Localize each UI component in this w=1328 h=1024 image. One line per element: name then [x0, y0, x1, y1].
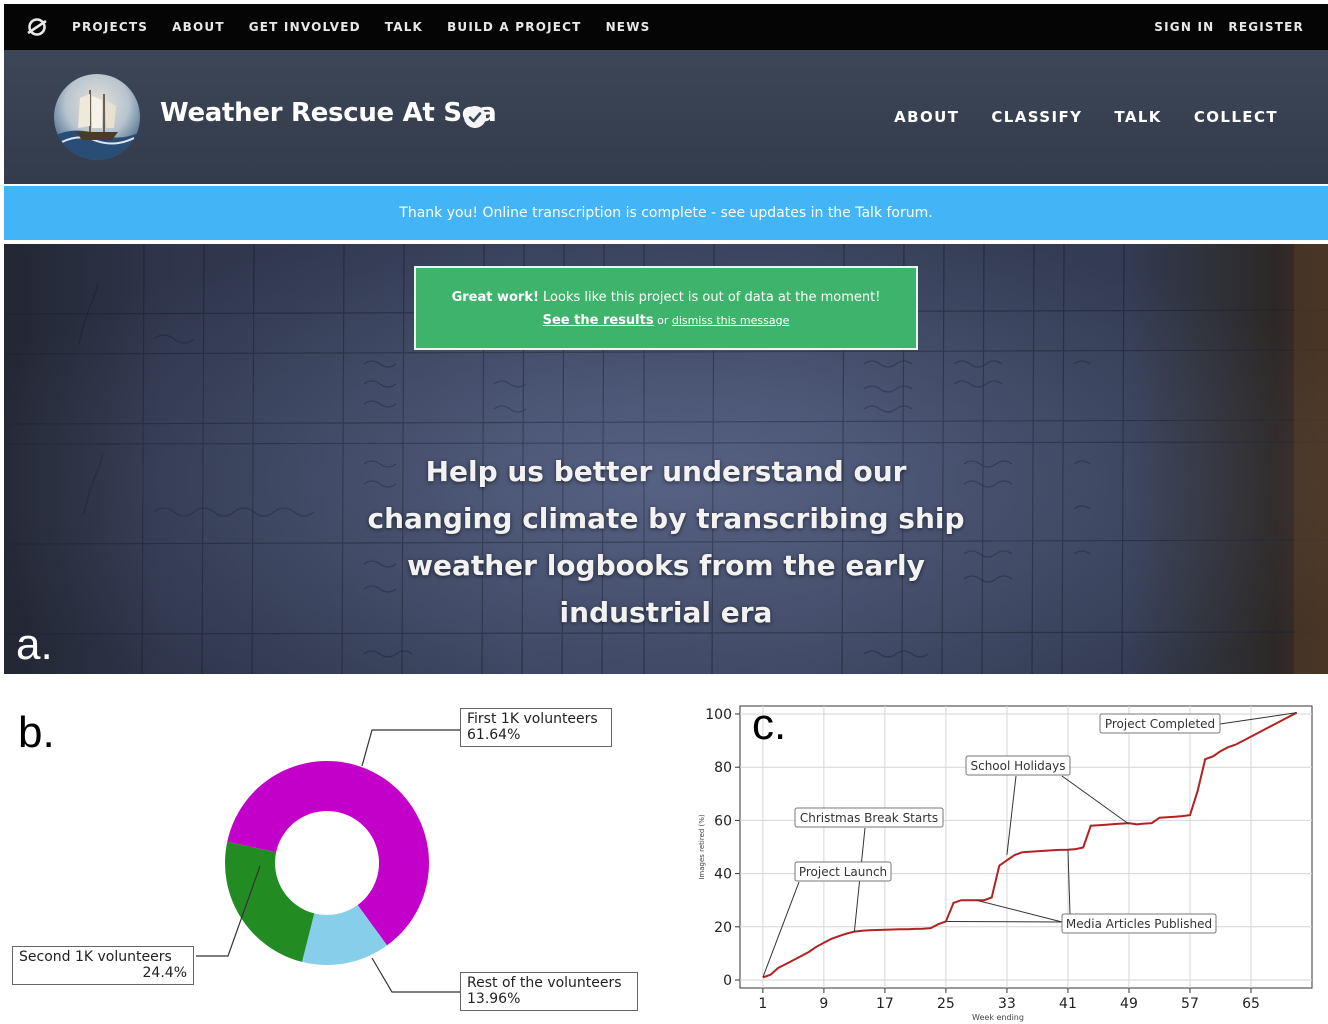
y-tick-label: 80 — [714, 760, 732, 776]
ship-icon — [54, 90, 140, 160]
site-nav-get-involved[interactable]: GET INVOLVED — [249, 20, 361, 34]
annotation-project-completed-text: Project Completed — [1105, 717, 1215, 731]
y-tick-label: 20 — [714, 920, 732, 936]
notice-actions: See the results or dismiss this message — [416, 313, 916, 328]
announcement-text: Thank you! Online transcription is compl… — [399, 205, 933, 221]
see-results-link[interactable]: See the results — [543, 313, 654, 328]
site-nav-talk[interactable]: TALK — [385, 20, 423, 34]
announcement-banner[interactable]: Thank you! Online transcription is compl… — [4, 186, 1328, 240]
sign-in-link[interactable]: SIGN IN — [1154, 20, 1214, 34]
dismiss-message-link[interactable]: dismiss this message — [672, 314, 790, 327]
x-tick-label: 33 — [998, 996, 1016, 1012]
donut-slice-second-1k — [225, 841, 315, 962]
x-axis-label: Week ending — [972, 1013, 1024, 1022]
annotation-media-articles-text: Media Articles Published — [1066, 917, 1212, 931]
site-nav-links: PROJECTS ABOUT GET INVOLVED TALK BUILD A… — [72, 4, 650, 50]
callout-second-1k: Second 1K volunteers 24.4% — [12, 946, 194, 985]
panel-label-c: c. — [752, 700, 787, 749]
site-nav-build-a-project[interactable]: BUILD A PROJECT — [447, 20, 582, 34]
callout-first-1k-label: First 1K volunteers — [467, 711, 598, 727]
site-navbar: PROJECTS ABOUT GET INVOLVED TALK BUILD A… — [4, 4, 1328, 50]
y-tick-label: 60 — [714, 813, 732, 829]
x-tick-label: 49 — [1120, 996, 1138, 1012]
hero-section: Great work! Looks like this project is o… — [4, 244, 1328, 674]
zooniverse-logo-icon[interactable] — [26, 16, 48, 38]
project-nav-classify[interactable]: CLASSIFY — [991, 108, 1082, 126]
notice-bold: Great work! — [451, 290, 539, 305]
notice-or: or — [653, 314, 672, 327]
x-tick-label: 57 — [1181, 996, 1199, 1012]
hero-tagline: Help us better understand our changing c… — [367, 455, 965, 629]
leader-line-rest — [371, 957, 460, 993]
x-tick-label: 17 — [876, 996, 894, 1012]
project-nav-talk[interactable]: TALK — [1114, 108, 1161, 126]
annotation-christmas-break-text: Christmas Break Starts — [800, 811, 938, 825]
callout-first-1k-value: 61.64% — [467, 727, 521, 743]
leader-line-first-1k — [361, 729, 460, 767]
y-tick-label: 40 — [714, 867, 732, 883]
annotation-school-holidays-text: School Holidays — [970, 759, 1065, 773]
project-title[interactable]: Weather Rescue At Sea — [160, 98, 497, 128]
notice-message: Great work! Looks like this project is o… — [416, 290, 916, 305]
callout-second-1k-value: 24.4% — [142, 965, 187, 981]
annotation-media-articles-arrow — [945, 920, 1063, 923]
x-tick-label: 65 — [1242, 996, 1260, 1012]
callout-rest: Rest of the volunteers 13.96% — [460, 972, 638, 1011]
verified-badge-icon — [464, 106, 486, 128]
callout-second-1k-label: Second 1K volunteers — [19, 949, 172, 965]
project-header: Weather Rescue At Sea ABOUT CLASSIFY TAL… — [4, 50, 1328, 184]
site-nav-news[interactable]: NEWS — [606, 20, 651, 34]
site-nav-projects[interactable]: PROJECTS — [72, 20, 148, 34]
project-nav: ABOUT CLASSIFY TALK COLLECT — [894, 50, 1278, 184]
notice-text: Looks like this project is out of data a… — [538, 290, 881, 305]
x-tick-label: 9 — [819, 996, 828, 1012]
y-axis-label: Images retired (%) — [698, 814, 706, 880]
x-tick-label: 1 — [758, 996, 767, 1012]
x-tick-label: 25 — [937, 996, 955, 1012]
figure: PROJECTS ABOUT GET INVOLVED TALK BUILD A… — [0, 0, 1328, 1024]
project-avatar[interactable] — [54, 74, 140, 160]
auth-links: SIGN IN REGISTER — [1154, 4, 1304, 50]
callout-first-1k: First 1K volunteers 61.64% — [460, 708, 612, 747]
x-tick-label: 41 — [1059, 996, 1077, 1012]
register-link[interactable]: REGISTER — [1228, 20, 1304, 34]
out-of-data-notice: Great work! Looks like this project is o… — [414, 266, 918, 350]
project-nav-about[interactable]: ABOUT — [894, 108, 959, 126]
site-nav-about[interactable]: ABOUT — [172, 20, 225, 34]
project-nav-collect[interactable]: COLLECT — [1194, 108, 1278, 126]
y-tick-label: 0 — [723, 973, 732, 989]
callout-rest-value: 13.96% — [467, 991, 521, 1007]
callout-rest-label: Rest of the volunteers — [467, 975, 622, 991]
y-tick-label: 100 — [705, 707, 732, 723]
annotation-project-launch-text: Project Launch — [799, 865, 887, 879]
panel-label-a: a. — [16, 620, 53, 669]
